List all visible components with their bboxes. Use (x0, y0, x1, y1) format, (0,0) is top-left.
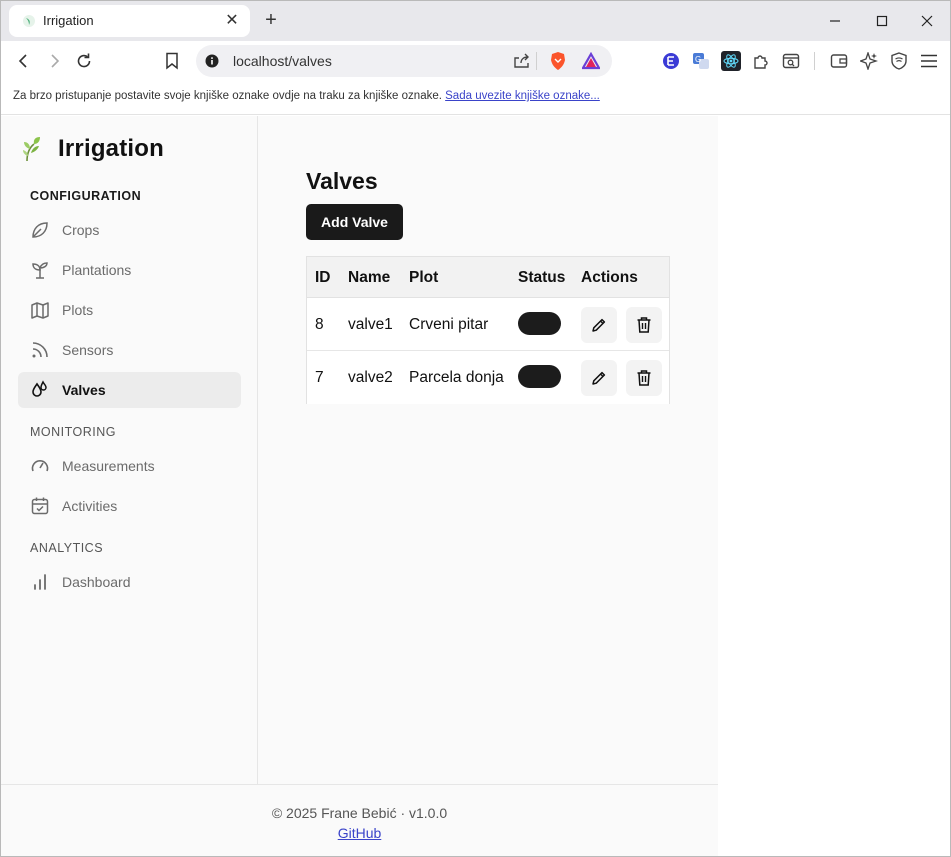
sidebar-item-measurements[interactable]: Measurements (18, 448, 241, 484)
share-icon[interactable] (513, 53, 531, 69)
cell-id: 7 (315, 369, 324, 386)
url-text: localhost/valves (233, 53, 332, 69)
bar-chart-icon (34, 574, 46, 590)
sidebar-item-label: Plots (62, 302, 94, 318)
sidebar-item-label: Measurements (62, 458, 155, 474)
cell-plot: Parcela donja (409, 369, 504, 386)
cell-id: 8 (315, 316, 324, 333)
status-toggle[interactable] (518, 312, 561, 335)
table-header: ID Name Plot Status Actions (307, 257, 669, 298)
sidebar-item-activities[interactable]: Activities (18, 488, 241, 524)
bookmarks-bar-text: Za brzo pristupanje postavite svoje knji… (13, 90, 442, 102)
rss-signal-icon (32, 342, 48, 358)
translate-icon[interactable]: G (689, 50, 713, 72)
sidebar-item-label: Plantations (62, 262, 132, 278)
sidebar-item-crops[interactable]: Crops (18, 212, 241, 248)
sprout-icon (32, 262, 48, 279)
brave-rewards-icon[interactable] (582, 52, 600, 70)
sidepanel-search-icon[interactable] (779, 50, 803, 72)
calendar-check-icon (31, 497, 49, 515)
leo-ai-icon[interactable] (857, 50, 881, 72)
sidebar-item-label: Valves (62, 382, 106, 398)
sidebar-item-label: Dashboard (62, 574, 131, 590)
extensions-puzzle-icon[interactable] (749, 50, 773, 72)
github-link[interactable]: GitHub (1, 825, 718, 841)
sidebar-item-plantations[interactable]: Plantations (18, 252, 241, 288)
sidebar-item-label: Crops (62, 222, 100, 238)
sidebar-item-plots[interactable]: Plots (18, 292, 241, 328)
table-row: 7 valve2 Parcela donja (307, 351, 669, 404)
sidebar-item-label: Sensors (62, 342, 114, 358)
bookmarks-bar: Za brzo pristupanje postavite svoje knji… (1, 81, 950, 115)
site-info-icon[interactable] (205, 54, 219, 68)
wallet-icon[interactable] (827, 50, 851, 72)
edit-button[interactable] (581, 360, 617, 396)
map-icon (31, 302, 49, 319)
brand-name: Irrigation (58, 135, 165, 162)
brave-shields-icon[interactable] (549, 51, 567, 71)
valves-table: ID Name Plot Status Actions 8 valve1 Crv… (306, 256, 670, 404)
vpn-shield-icon[interactable] (887, 50, 911, 72)
minimize-icon[interactable] (820, 7, 850, 35)
sidebar-item-sensors[interactable]: Sensors (18, 332, 241, 368)
status-toggle[interactable] (518, 365, 561, 388)
cell-plot: Crveni pitar (409, 316, 489, 333)
pencil-icon (592, 318, 606, 332)
app-root: Irrigation CONFIGURATION Crops Plantatio… (1, 116, 718, 856)
tab-title: Irrigation (43, 13, 94, 28)
gauge-icon (31, 460, 49, 472)
bookmark-icon[interactable] (160, 50, 184, 72)
menu-hamburger-icon[interactable] (917, 50, 941, 72)
reload-icon[interactable] (72, 50, 96, 72)
add-valve-button[interactable]: Add Valve (306, 204, 403, 240)
address-bar[interactable]: localhost/valves (196, 45, 612, 77)
bookmarks-bar-message: Za brzo pristupanje postavite svoje knji… (13, 90, 600, 102)
tab-close-icon[interactable]: ✕ (222, 11, 242, 31)
forward-icon[interactable] (42, 50, 66, 72)
tab-strip: Irrigation ✕ + (1, 1, 950, 41)
section-monitoring: MONITORING (30, 425, 117, 439)
sidebar: Irrigation CONFIGURATION Crops Plantatio… (1, 116, 258, 784)
sidebar-item-label: Activities (62, 498, 118, 514)
empty-viewport-area (718, 116, 950, 856)
column-header-status: Status (518, 269, 566, 286)
column-header-name: Name (348, 269, 391, 286)
table-row: 8 valve1 Crveni pitar (307, 298, 669, 351)
footer-copyright: © 2025 Frane Bebić · v1.0.0 (271, 805, 448, 821)
svg-text:G: G (695, 55, 701, 64)
import-bookmarks-link[interactable]: Sada uvezite knjiške oznake... (445, 90, 600, 102)
edit-button[interactable] (581, 307, 617, 343)
browser-window: Irrigation ✕ + localhost/valves G Za brz… (0, 0, 951, 857)
maximize-icon[interactable] (867, 7, 897, 35)
column-header-plot: Plot (409, 269, 439, 286)
pencil-icon (592, 371, 606, 385)
leaf-icon (32, 222, 48, 238)
column-header-id: ID (315, 269, 331, 286)
sidebar-item-valves[interactable]: Valves (18, 372, 241, 408)
trash-icon (637, 317, 651, 333)
react-devtools-icon[interactable] (719, 50, 743, 72)
section-configuration: CONFIGURATION (30, 189, 142, 203)
delete-button[interactable] (626, 360, 662, 396)
brand[interactable]: Irrigation (21, 134, 164, 164)
column-header-actions: Actions (581, 269, 638, 286)
extension-e-icon[interactable] (659, 50, 683, 72)
cell-name: valve1 (348, 316, 393, 333)
seedling-logo-icon (23, 137, 40, 162)
main-content: Valves Add Valve ID Name Plot Status Act… (259, 116, 718, 784)
footer: © 2025 Frane Bebić · v1.0.0 GitHub (1, 784, 718, 856)
section-analytics: ANALYTICS (30, 541, 104, 555)
page-title: Valves (306, 168, 378, 194)
sidebar-item-dashboard[interactable]: Dashboard (18, 564, 241, 600)
delete-button[interactable] (626, 307, 662, 343)
window-close-icon[interactable] (912, 7, 942, 35)
leaf-favicon-icon (23, 15, 35, 27)
browser-tab-irrigation[interactable]: Irrigation ✕ (9, 5, 250, 37)
trash-icon (637, 370, 651, 386)
cell-name: valve2 (348, 369, 393, 386)
new-tab-button[interactable]: + (259, 9, 283, 33)
back-icon[interactable] (12, 50, 36, 72)
droplets-icon (32, 380, 47, 397)
browser-toolbar: localhost/valves G (1, 41, 950, 81)
